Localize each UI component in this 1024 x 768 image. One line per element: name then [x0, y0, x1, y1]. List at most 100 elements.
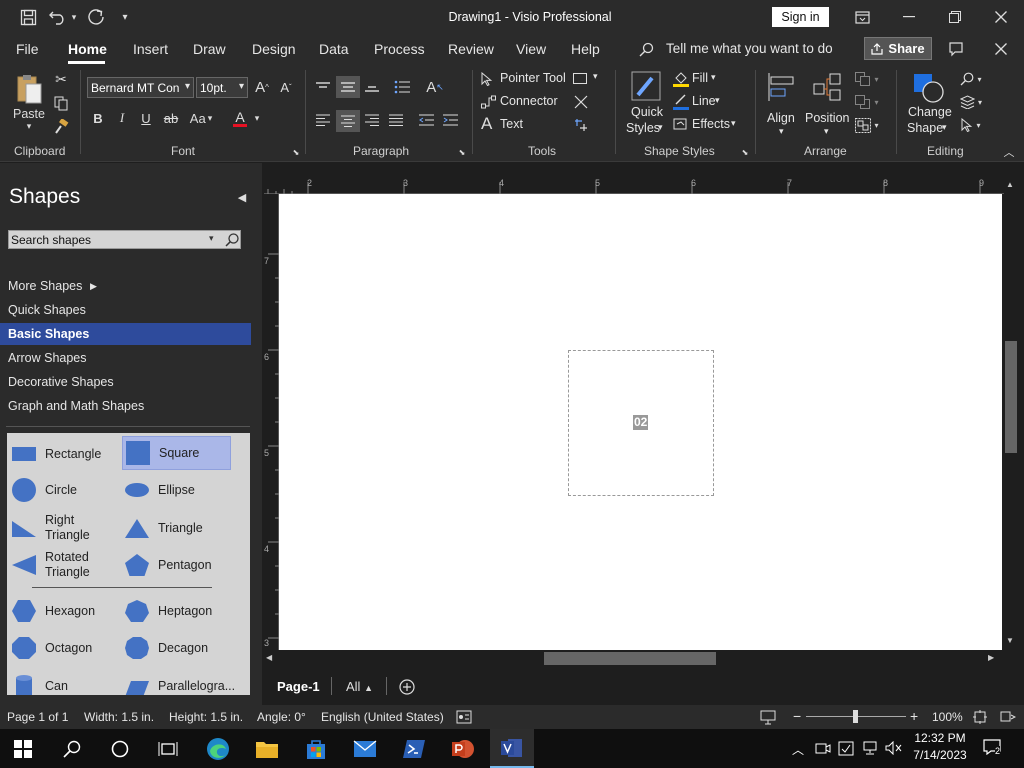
start-button[interactable] — [1, 729, 45, 768]
vertical-scroll-thumb[interactable] — [1005, 341, 1017, 453]
pointer-tool-button[interactable]: Pointer Tool — [481, 70, 567, 88]
paste-button[interactable]: Paste ▾ — [10, 70, 48, 134]
font-family-select[interactable]: Bernard MT Conc ▾ — [87, 77, 194, 98]
fill-button[interactable]: Fill ▾ — [673, 70, 733, 88]
zoom-slider-thumb[interactable] — [853, 710, 858, 723]
action-center-button[interactable]: 2 — [983, 739, 1005, 759]
shrink-font-button[interactable]: Aˇ — [277, 77, 295, 97]
line-button[interactable]: Line ▾ — [673, 93, 733, 111]
close-document-icon[interactable] — [990, 40, 1012, 58]
font-color-dropdown-icon[interactable]: ▾ — [252, 110, 262, 126]
scroll-left-icon[interactable]: ◀ — [266, 653, 272, 662]
taskbar-time[interactable]: 12:32 PM — [912, 731, 968, 745]
paragraph-dialog-launcher-icon[interactable]: ⬊ — [457, 147, 467, 157]
shape-item-pentagon[interactable]: Pentagon — [124, 548, 232, 582]
ribbon-display-options-icon[interactable] — [852, 8, 872, 26]
search-shapes-input[interactable]: Search shapes ▾ — [8, 230, 241, 249]
redo-icon[interactable] — [86, 8, 106, 26]
store-icon[interactable] — [294, 729, 338, 768]
powerpoint-icon[interactable] — [441, 729, 485, 768]
add-page-icon[interactable] — [399, 679, 415, 695]
group-icon[interactable]: ▾ — [852, 116, 882, 134]
stencil-graph-math-shapes[interactable]: Graph and Math Shapes — [0, 395, 251, 417]
stencil-arrow-shapes[interactable]: Arrow Shapes — [0, 347, 251, 369]
font-color-button[interactable]: A — [230, 107, 250, 129]
fit-to-window-icon[interactable] — [972, 709, 988, 725]
search-icon[interactable] — [636, 40, 656, 58]
tab-insert[interactable]: Insert — [133, 41, 168, 57]
share-button[interactable]: Share — [864, 37, 932, 60]
format-painter-icon[interactable] — [52, 117, 70, 135]
minimize-icon[interactable] — [898, 8, 920, 26]
shape-item-rotated-triangle[interactable]: Rotated Triangle — [11, 548, 119, 582]
close-tool-icon[interactable] — [572, 93, 590, 111]
shape-item-right-triangle[interactable]: Right Triangle — [11, 511, 119, 545]
drawing-page[interactable]: 02 — [279, 194, 1002, 650]
tab-home[interactable]: Home — [68, 41, 107, 57]
justify-icon[interactable] — [386, 110, 406, 130]
align-button[interactable]: Align ▾ — [763, 70, 801, 140]
stencil-basic-shapes[interactable]: Basic Shapes — [0, 323, 251, 345]
scroll-up-icon[interactable]: ▲ — [1006, 180, 1014, 189]
powershell-icon[interactable] — [392, 729, 436, 768]
increase-indent-icon[interactable] — [440, 110, 460, 130]
undo-dropdown-icon[interactable]: ▾ — [68, 9, 80, 25]
vertical-scrollbar[interactable]: ▲ ▼ — [1004, 178, 1018, 650]
page-tab-page-1[interactable]: Page-1 — [277, 679, 320, 694]
scroll-right-icon[interactable]: ▶ — [988, 653, 994, 662]
position-button[interactable]: Position ▾ — [804, 70, 850, 140]
visio-taskbar-icon[interactable] — [490, 729, 534, 768]
status-page-info[interactable]: Page 1 of 1 — [7, 710, 68, 724]
volume-muted-icon[interactable] — [885, 741, 903, 755]
shape-text[interactable]: 02 — [633, 415, 649, 430]
scroll-down-icon[interactable]: ▼ — [1006, 636, 1014, 645]
search-dropdown-icon[interactable]: ▾ — [209, 233, 214, 244]
taskbar-date[interactable]: 7/14/2023 — [912, 748, 968, 762]
strikethrough-button[interactable]: ab — [161, 108, 181, 128]
save-icon[interactable] — [18, 8, 38, 26]
align-top-icon[interactable] — [313, 76, 333, 98]
cut-icon[interactable]: ✂ — [52, 70, 70, 88]
stencil-decorative-shapes[interactable]: Decorative Shapes — [0, 371, 251, 393]
shape-item-ellipse[interactable]: Ellipse — [124, 473, 232, 507]
italic-button[interactable]: I — [114, 108, 130, 128]
tab-data[interactable]: Data — [319, 41, 349, 57]
font-dialog-launcher-icon[interactable]: ⬊ — [291, 147, 301, 157]
copy-icon[interactable] — [52, 94, 70, 112]
connection-point-icon[interactable] — [572, 116, 590, 134]
undo-icon[interactable] — [48, 8, 68, 26]
shape-styles-dialog-launcher-icon[interactable]: ⬊ — [740, 147, 750, 157]
effects-button[interactable]: Effects ▾ — [673, 116, 741, 134]
connector-button[interactable]: Connector — [481, 93, 567, 111]
all-pages-button[interactable]: All ▲ — [346, 679, 373, 694]
shape-item-can[interactable]: Can — [11, 669, 119, 695]
zoom-in-icon[interactable]: + — [910, 708, 918, 724]
tab-design[interactable]: Design — [252, 41, 296, 57]
taskbar-search-icon[interactable] — [50, 729, 94, 768]
macro-record-icon[interactable] — [456, 710, 472, 724]
presentation-mode-icon[interactable] — [760, 709, 776, 725]
underline-button[interactable]: U — [138, 108, 154, 128]
status-language[interactable]: English (United States) — [321, 710, 444, 724]
task-view-icon[interactable] — [146, 729, 190, 768]
text-tool-button[interactable]: A Text — [481, 114, 567, 134]
shape-item-rectangle[interactable]: Rectangle — [11, 437, 119, 471]
bring-forward-icon[interactable]: ▾ — [852, 70, 882, 88]
tab-help[interactable]: Help — [571, 41, 600, 57]
rectangle-tool-button[interactable]: ▾ — [573, 71, 603, 87]
change-shape-button[interactable]: Change Shape ▾ — [904, 70, 954, 140]
select-icon[interactable]: ▾ — [956, 116, 986, 134]
align-right-icon[interactable] — [362, 110, 382, 130]
zoom-level[interactable]: 100% — [932, 710, 963, 724]
security-icon[interactable] — [838, 741, 854, 756]
shape-item-triangle[interactable]: Triangle — [124, 511, 232, 545]
restore-icon[interactable] — [944, 8, 966, 26]
shape-item-decagon[interactable]: Decagon — [124, 631, 232, 665]
collapse-shapes-pane-icon[interactable]: ◀ — [234, 189, 250, 205]
tell-me-search[interactable]: Tell me what you want to do — [666, 41, 833, 56]
selected-square-shape[interactable]: 02 — [568, 350, 714, 496]
change-case-button[interactable]: Aa ▾ — [186, 108, 216, 128]
tab-file[interactable]: File — [16, 41, 39, 57]
tab-process[interactable]: Process — [374, 41, 425, 57]
stencil-more-shapes[interactable]: More Shapes ▶ — [0, 275, 251, 297]
